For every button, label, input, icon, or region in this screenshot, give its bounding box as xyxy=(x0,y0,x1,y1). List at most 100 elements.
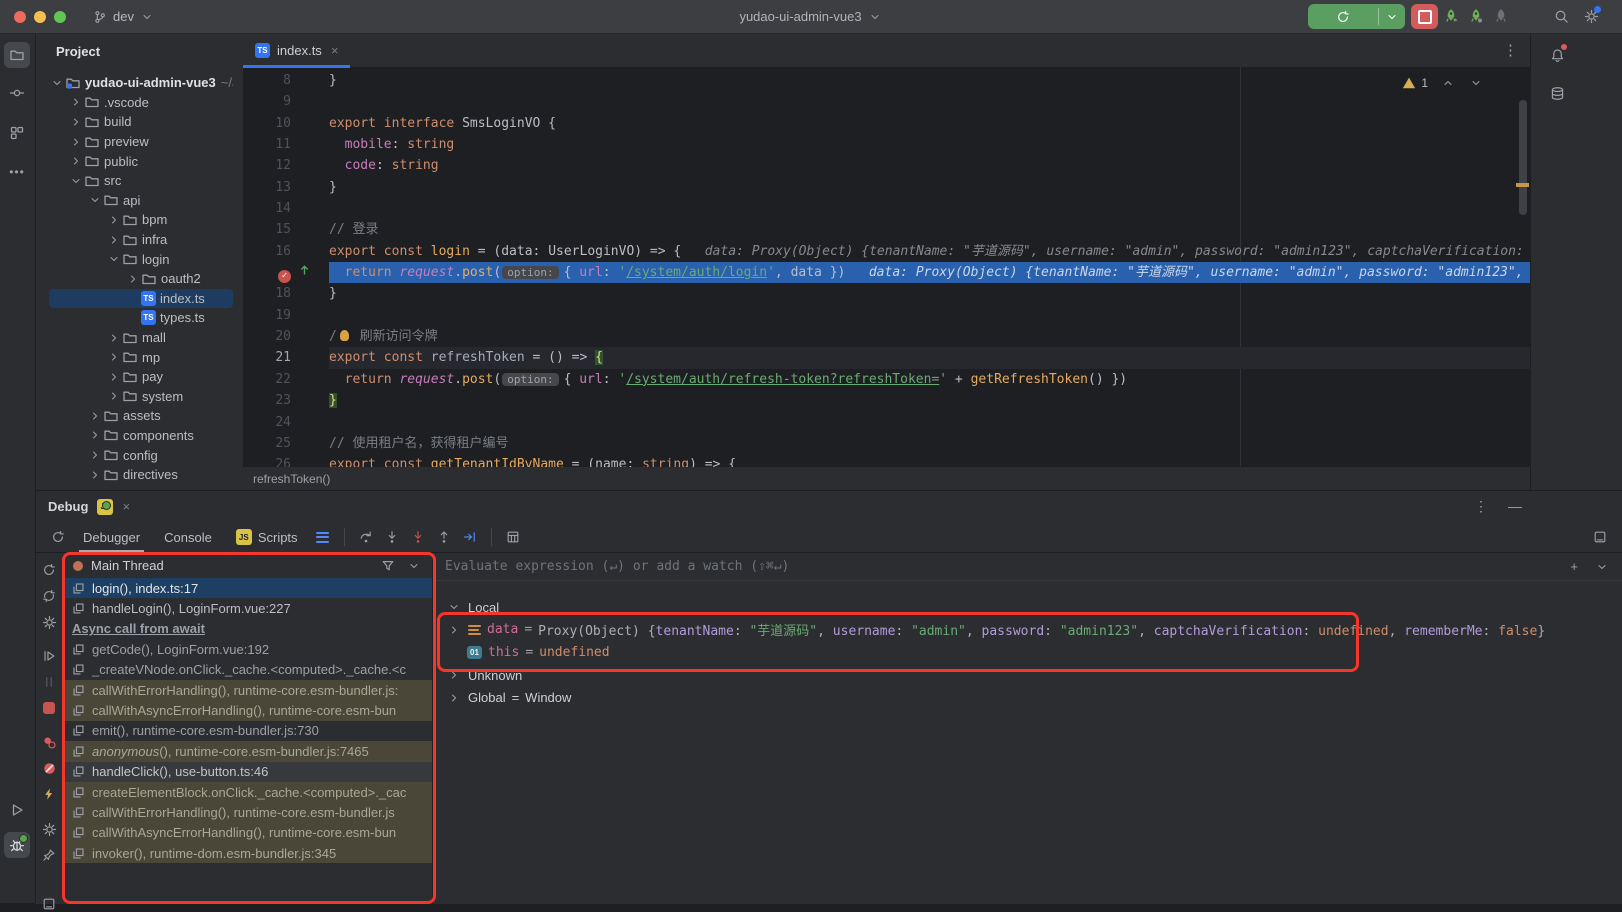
line-number[interactable]: 21 xyxy=(243,347,295,368)
frame-row[interactable]: callWithErrorHandling(), runtime-core.es… xyxy=(63,680,432,700)
profiler-attach-icon[interactable] xyxy=(1468,8,1484,24)
gutter[interactable] xyxy=(295,155,329,176)
code-line[interactable]: 9 xyxy=(243,91,1530,112)
code-line[interactable]: 20/ 刷新访问令牌 xyxy=(243,326,1530,347)
tree-item[interactable]: TStypes.ts xyxy=(49,308,233,328)
code-text[interactable]: export interface SmsLoginVO { xyxy=(329,113,1530,134)
gutter[interactable] xyxy=(295,70,329,91)
breadcrumbs-bar[interactable]: refreshToken() xyxy=(243,466,1530,490)
chevron-right-icon[interactable] xyxy=(106,369,122,385)
view-breakpoints-icon[interactable] xyxy=(41,734,57,750)
frame-row[interactable]: createElementBlock.onClick._cache.<compu… xyxy=(63,782,432,802)
notifications-button[interactable] xyxy=(1544,42,1570,68)
tree-item[interactable]: build xyxy=(49,112,233,132)
line-number[interactable]: 8 xyxy=(243,70,295,91)
run-tool-button[interactable] xyxy=(4,797,30,823)
code-text[interactable]: code: string xyxy=(329,155,1530,176)
gutter[interactable] xyxy=(295,283,329,304)
line-number[interactable]: 15 xyxy=(243,219,295,240)
hide-tool-window-icon[interactable]: — xyxy=(1508,498,1522,515)
chevron-right-icon[interactable] xyxy=(446,622,462,638)
frame-row[interactable]: handleClick(), use-button.ts:46 xyxy=(63,762,432,782)
debugger-settings-icon[interactable] xyxy=(41,821,57,837)
code-line[interactable]: 16export const login = (data: UserLoginV… xyxy=(243,241,1530,262)
line-number[interactable]: 23 xyxy=(243,390,295,411)
code-line[interactable]: 26 export const getTenantIdByName = (name… xyxy=(243,454,1530,467)
line-number[interactable]: 9 xyxy=(243,91,295,112)
gutter[interactable] xyxy=(295,91,329,112)
tree-item[interactable]: oauth2 xyxy=(49,269,233,289)
chevron-right-icon[interactable] xyxy=(68,94,84,110)
force-run-icon[interactable] xyxy=(41,786,57,802)
code-line[interactable]: ✓ return request.post(option:{ url: '/sy… xyxy=(243,262,1530,283)
line-number[interactable]: 24 xyxy=(243,412,295,433)
settings-button[interactable] xyxy=(1583,8,1599,24)
code-text[interactable]: export const login = (data: UserLoginVO)… xyxy=(329,241,1530,262)
code-text[interactable]: // 使用租户名，获得租户编号 xyxy=(329,433,1530,454)
chevron-down-icon[interactable] xyxy=(406,558,422,574)
close-tab-icon[interactable]: × xyxy=(331,43,339,58)
code-text[interactable] xyxy=(329,412,1530,433)
code-text[interactable]: } xyxy=(329,390,1530,411)
database-tool-button[interactable] xyxy=(1544,80,1570,106)
code-text[interactable]: return request.post(option:{ url: '/syst… xyxy=(329,369,1530,390)
breadcrumb[interactable]: refreshToken() xyxy=(253,472,330,486)
minimize-window-button[interactable] xyxy=(34,11,46,23)
rerun-run-configuration-button[interactable] xyxy=(1308,4,1405,29)
variable-row[interactable]: Unknown xyxy=(433,664,1622,687)
line-number[interactable]: 25 xyxy=(243,433,295,454)
tree-item[interactable]: assets xyxy=(49,406,233,426)
run-configuration-dropdown[interactable] xyxy=(1379,9,1405,25)
tree-item[interactable]: infra xyxy=(49,230,233,250)
tree-item[interactable]: bpm xyxy=(49,210,233,230)
variable-row[interactable]: data = Proxy(Object) {tenantName: "芋道源码"… xyxy=(433,619,1622,642)
gutter[interactable] xyxy=(295,113,329,134)
code-text[interactable]: } xyxy=(329,70,1530,91)
line-number[interactable]: 19 xyxy=(243,305,295,326)
chevron-down-icon[interactable] xyxy=(106,251,122,267)
code-line[interactable]: 18} xyxy=(243,283,1530,304)
chevron-right-icon[interactable] xyxy=(68,114,84,130)
gutter[interactable] xyxy=(295,369,329,390)
code-line[interactable]: 12 code: string xyxy=(243,155,1530,176)
code-text[interactable]: return request.post(option:{ url: '/syst… xyxy=(329,262,1530,283)
chevron-right-icon[interactable] xyxy=(87,427,103,443)
frame-row[interactable]: callWithAsyncErrorHandling(), runtime-co… xyxy=(63,823,432,843)
code-text[interactable]: export const getTenantIdByName = (name: … xyxy=(329,454,1530,467)
warning-stripe-mark[interactable] xyxy=(1516,183,1529,187)
threads-view-icon[interactable] xyxy=(316,529,329,545)
line-number[interactable]: 11 xyxy=(243,134,295,155)
breakpoint-icon[interactable]: ✓ xyxy=(278,270,291,283)
code-text[interactable]: } xyxy=(329,177,1530,198)
gutter[interactable] xyxy=(295,412,329,433)
chevron-down-icon[interactable] xyxy=(49,75,65,91)
line-number[interactable]: ✓ xyxy=(243,262,295,283)
chevron-right-icon[interactable] xyxy=(106,232,122,248)
resume-program-icon[interactable] xyxy=(41,648,57,664)
code-line[interactable]: 25 // 使用租户名，获得租户编号 xyxy=(243,433,1530,454)
evaluate-expression-icon[interactable] xyxy=(505,529,521,545)
new-window-icon[interactable] xyxy=(41,896,57,912)
frame-row[interactable]: _createVNode.onClick._cache.<computed>._… xyxy=(63,660,432,680)
close-session-icon[interactable]: × xyxy=(122,499,130,514)
line-number[interactable]: 26 xyxy=(243,454,295,467)
code-line[interactable]: 10export interface SmsLoginVO { xyxy=(243,113,1530,134)
profiler-run-icon[interactable] xyxy=(1443,8,1459,24)
previous-problem-icon[interactable] xyxy=(1440,75,1456,91)
more-tool-windows-button[interactable]: ••• xyxy=(4,159,30,185)
frame-row[interactable]: callWithErrorHandling(), runtime-core.es… xyxy=(63,802,432,822)
chevron-down-icon[interactable] xyxy=(1594,559,1610,575)
tree-item[interactable]: components xyxy=(49,426,233,446)
code-text[interactable] xyxy=(329,305,1530,326)
tree-item[interactable]: login xyxy=(49,249,233,269)
code-text[interactable] xyxy=(329,91,1530,112)
chevron-right-icon[interactable] xyxy=(106,212,122,228)
chevron-right-icon[interactable] xyxy=(87,447,103,463)
line-number[interactable]: 13 xyxy=(243,177,295,198)
line-number[interactable]: 12 xyxy=(243,155,295,176)
tab-console[interactable]: Console xyxy=(152,522,224,552)
tree-item[interactable]: preview xyxy=(49,132,233,152)
chevron-right-icon[interactable] xyxy=(446,667,462,683)
variable-row[interactable]: 01this = undefined xyxy=(433,641,1622,664)
code-line[interactable]: 8} xyxy=(243,70,1530,91)
